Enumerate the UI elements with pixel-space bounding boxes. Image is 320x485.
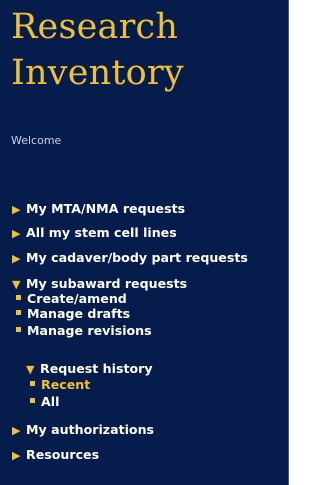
nav-item-label: My subaward requests	[26, 276, 188, 291]
page-edge	[289, 0, 291, 485]
triangle-right-icon: ▶	[12, 203, 21, 216]
nav-item-resources[interactable]: ▶ Resources	[12, 446, 99, 464]
bullet-icon	[16, 310, 21, 315]
nav-item-label: Resources	[26, 447, 100, 462]
triangle-right-icon: ▶	[12, 449, 21, 462]
sub-item-label: Create/amend	[27, 291, 127, 306]
sub-item-manage-revisions[interactable]: Manage revisions	[16, 322, 152, 339]
bullet-icon	[30, 398, 35, 403]
sub-item-manage-drafts[interactable]: Manage drafts	[16, 305, 130, 322]
app-title-line-1: Research	[11, 7, 179, 47]
nav-item-cadaver[interactable]: ▶ My cadaver/body part requests	[12, 249, 248, 267]
sub-item-label: Recent	[41, 377, 91, 392]
bullet-icon	[30, 381, 35, 386]
nav-item-authorizations[interactable]: ▶ My authorizations	[12, 421, 154, 439]
nav-item-label: My MTA/NMA requests	[26, 201, 186, 216]
triangle-right-icon: ▶	[12, 424, 21, 437]
triangle-right-icon: ▶	[12, 252, 21, 265]
triangle-right-icon: ▶	[12, 227, 21, 240]
app-title-line-2: Inventory	[11, 53, 184, 93]
sidebar: Research Inventory Welcome ▶ My MTA/NMA r…	[0, 0, 289, 485]
sub-item-label: Manage drafts	[27, 306, 131, 321]
welcome-text: Welcome	[11, 134, 62, 147]
nav-item-mta-nma[interactable]: ▶ My MTA/NMA requests	[12, 200, 185, 218]
sub-item-label: All	[41, 394, 60, 409]
nav-item-stem-cells[interactable]: ▶ All my stem cell lines	[12, 224, 177, 242]
nav-item-label: Request history	[40, 361, 153, 376]
nav-item-label: My authorizations	[26, 422, 155, 437]
sub-item-recent[interactable]: Recent	[30, 376, 90, 393]
sub-item-all[interactable]: All	[30, 393, 59, 410]
sub-item-label: Manage revisions	[27, 323, 152, 338]
nav-item-label: All my stem cell lines	[26, 225, 177, 240]
bullet-icon	[16, 327, 21, 332]
nav-item-label: My cadaver/body part requests	[26, 250, 248, 265]
bullet-icon	[16, 295, 21, 300]
